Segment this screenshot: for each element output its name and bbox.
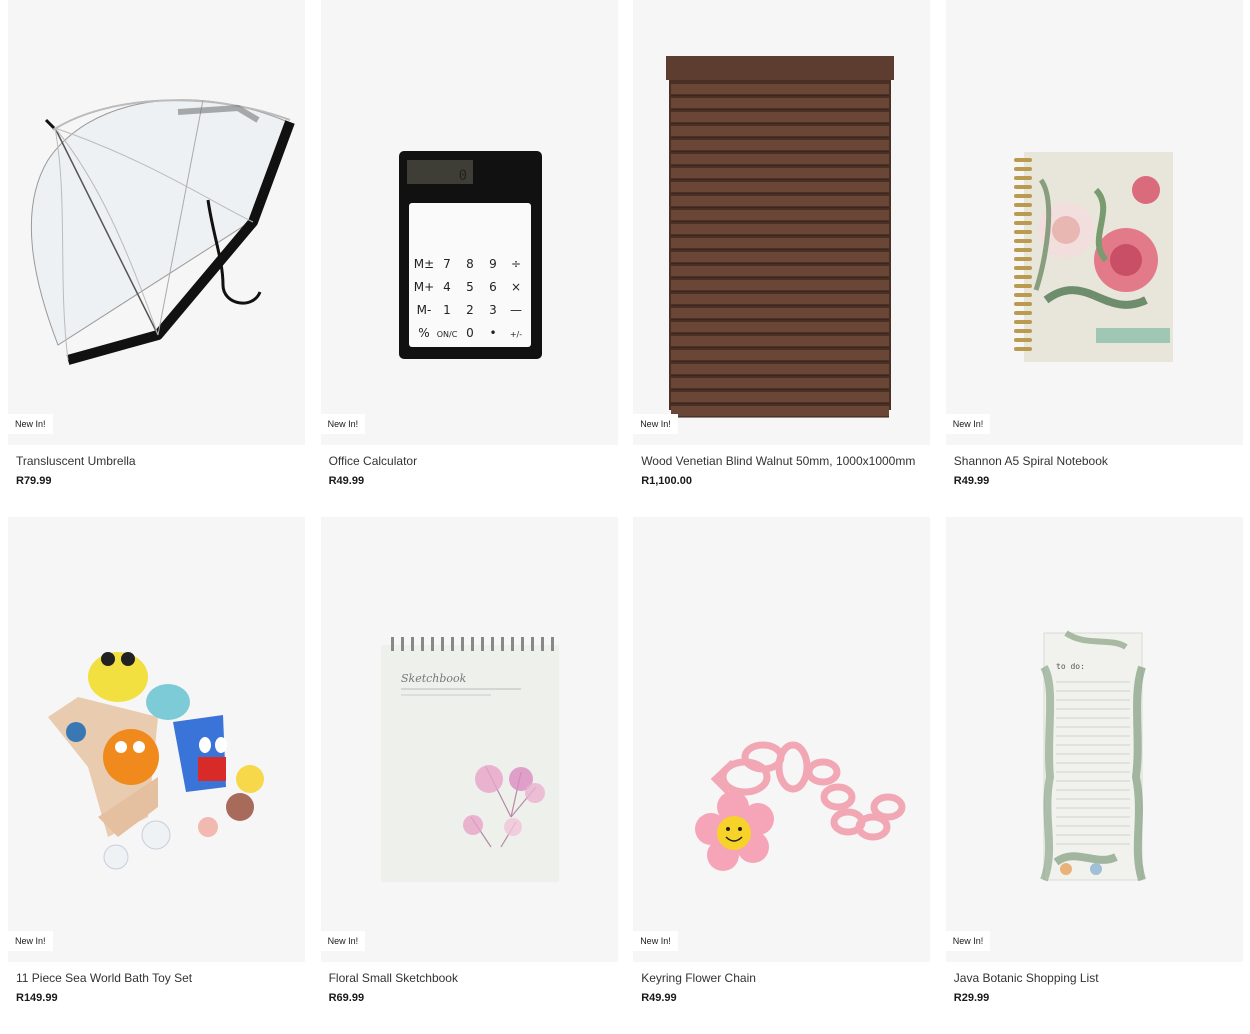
calculator-key: 3 <box>489 303 497 317</box>
product-card[interactable]: Sketchbook New In! Floral Small Sketchbo… <box>320 517 618 1012</box>
calculator-key: % <box>418 326 429 340</box>
calculator-key: 0 <box>466 326 474 340</box>
product-price: R79.99 <box>16 475 52 487</box>
product-price: R49.99 <box>328 475 365 487</box>
calculator-key: ON/C <box>436 330 457 339</box>
product-image[interactable]: New In! <box>945 0 1243 445</box>
product-image[interactable]: to do: New In! <box>945 517 1243 962</box>
calculator-key: 1 <box>443 303 451 317</box>
shopping-list-icon: to do: <box>1039 630 1146 882</box>
product-card[interactable]: New In! Keyring Flower Chain R49.99 <box>633 517 931 1012</box>
product-price: R49.99 <box>641 992 677 1004</box>
venetian-blind-icon <box>666 56 895 418</box>
product-name[interactable]: Office Calculator <box>329 454 618 469</box>
calculator-key: • <box>489 326 496 340</box>
sketchbook-cover-text: Sketchbook <box>401 672 467 685</box>
product-name[interactable]: Transluscent Umbrella <box>16 454 305 469</box>
product-price: R29.99 <box>953 992 990 1004</box>
new-in-badge: New In! <box>633 414 678 434</box>
new-in-badge: New In! <box>945 931 991 951</box>
calculator-key: M± <box>413 257 433 271</box>
product-image[interactable]: Sketchbook New In! <box>320 517 618 962</box>
calculator-key: ÷ <box>511 257 521 271</box>
product-image[interactable]: New In! <box>8 517 305 962</box>
product-name[interactable]: Floral Small Sketchbook <box>329 971 618 986</box>
product-name[interactable]: Java Botanic Shopping List <box>954 971 1243 986</box>
new-in-badge: New In! <box>945 414 991 434</box>
product-card[interactable]: New In! Transluscent Umbrella R79.99 <box>8 0 305 495</box>
product-name[interactable]: Shannon A5 Spiral Notebook <box>954 454 1243 469</box>
notebook-icon <box>1013 152 1173 362</box>
product-name[interactable]: Wood Venetian Blind Walnut 50mm, 1000x10… <box>641 454 930 469</box>
product-image[interactable]: New In! <box>633 0 931 445</box>
calculator-key: +/- <box>509 330 521 339</box>
product-image[interactable]: New In! <box>8 0 305 445</box>
shopping-list-header: to do: <box>1056 662 1085 671</box>
calculator-key: 2 <box>466 303 474 317</box>
bath-toys-icon <box>48 652 264 870</box>
product-card[interactable]: 0 M± 7 8 9 ÷ M+ 4 5 6 × M- 1 2 3 —% ON/C 0 • +/- New In! O… <box>320 0 618 495</box>
calculator-icon: 0 M± 7 8 9 ÷ M+ 4 5 6 × M- 1 2 3 —% ON/C 0 • +/- <box>398 151 542 359</box>
product-price: R149.99 <box>16 992 58 1004</box>
calculator-key: — <box>510 303 522 317</box>
product-card[interactable]: New In! Wood Venetian Blind Walnut 50mm,… <box>633 0 931 495</box>
product-price: R1,100.00 <box>641 475 692 487</box>
calculator-key: 8 <box>466 257 474 271</box>
calculator-key: 4 <box>443 280 451 294</box>
calculator-key: 6 <box>489 280 497 294</box>
product-card[interactable]: New In! 11 Piece Sea World Bath Toy Set … <box>8 517 305 1012</box>
product-card[interactable]: New In! Shannon A5 Spiral Notebook R49.9… <box>945 0 1243 495</box>
product-image[interactable]: New In! <box>633 517 931 962</box>
new-in-badge: New In! <box>8 931 53 951</box>
keyring-icon <box>695 741 906 871</box>
calculator-key: × <box>511 280 521 294</box>
calculator-key: M+ <box>413 280 433 294</box>
umbrella-icon <box>30 99 295 365</box>
product-price: R69.99 <box>328 992 365 1004</box>
product-name[interactable]: Keyring Flower Chain <box>641 971 930 986</box>
sketchbook-icon: Sketchbook <box>380 637 559 882</box>
calculator-key: 7 <box>443 257 451 271</box>
product-name[interactable]: 11 Piece Sea World Bath Toy Set <box>16 971 305 986</box>
product-card[interactable]: to do: New In! Java Botanic Shopping Lis… <box>945 517 1243 1012</box>
new-in-badge: New In! <box>320 414 366 434</box>
new-in-badge: New In! <box>320 931 366 951</box>
new-in-badge: New In! <box>633 931 678 951</box>
product-price: R49.99 <box>953 475 990 487</box>
product-image[interactable]: 0 M± 7 8 9 ÷ M+ 4 5 6 × M- 1 2 3 —% ON/C 0 • +/- New In! <box>320 0 618 445</box>
calculator-display: 0 <box>458 168 466 184</box>
calculator-key: 5 <box>466 280 474 294</box>
calculator-key: 9 <box>489 257 497 271</box>
new-in-badge: New In! <box>8 414 53 434</box>
product-grid: New In! Transluscent Umbrella R79.99 0 M… <box>8 0 1243 1012</box>
calculator-key: M- <box>416 303 431 317</box>
